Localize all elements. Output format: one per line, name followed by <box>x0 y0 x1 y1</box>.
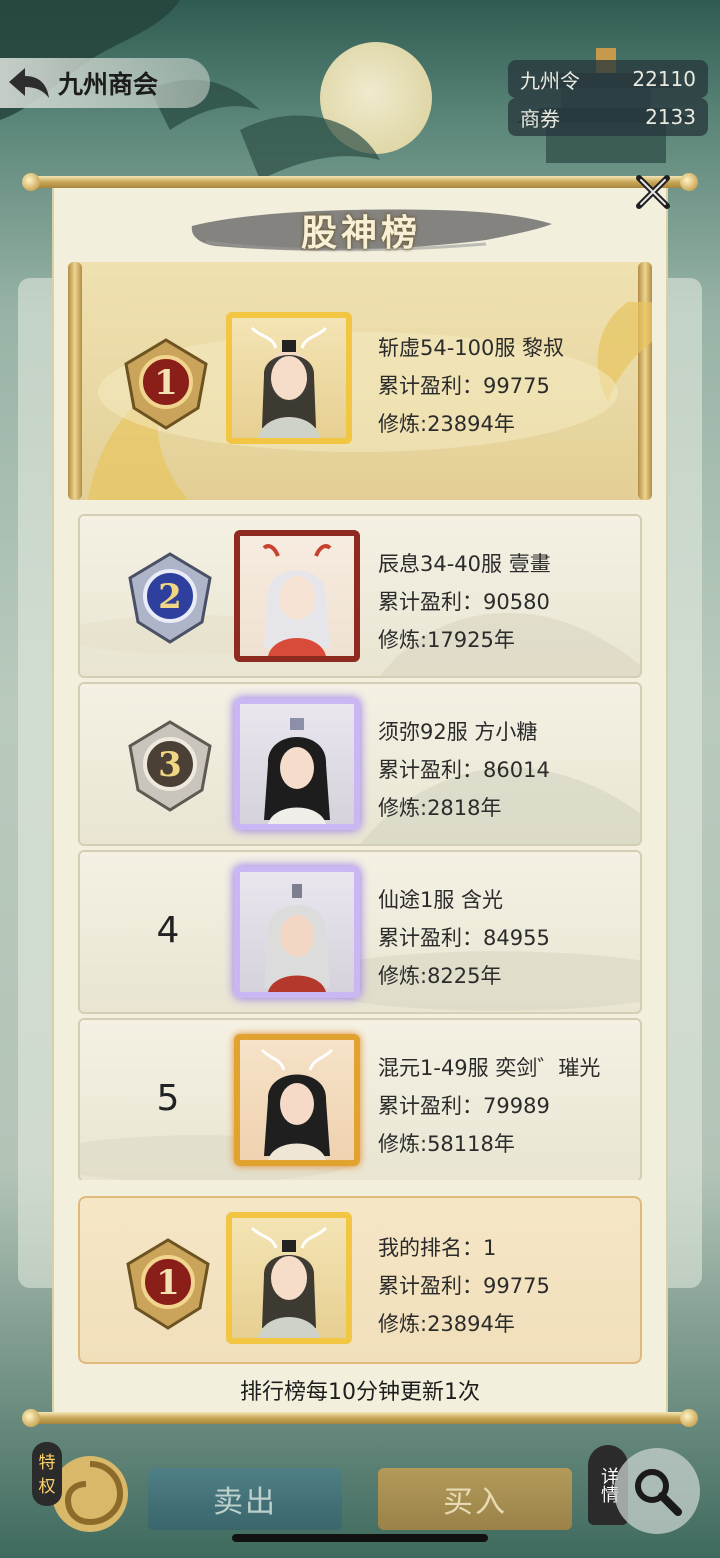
player-cultivation: 修炼:17925年 <box>378 628 515 652</box>
player-server-name: 须弥92服 方小糖 <box>378 720 538 744</box>
currency-shangquan: 商券 2133 <box>508 98 708 136</box>
player-avatar[interactable] <box>226 312 352 444</box>
avatar-portrait-icon <box>250 326 328 438</box>
currency-name: 九州令 <box>520 68 580 93</box>
search-icon <box>635 1469 682 1516</box>
player-server-name: 斩虚54-100服 黎叔 <box>378 336 565 360</box>
player-cultivation: 修炼:8225年 <box>378 964 502 988</box>
avatar-portrait-icon <box>260 1048 334 1160</box>
privilege-button[interactable]: 特 权 <box>28 1436 138 1546</box>
my-profit: 累计盈利：99775 <box>378 1274 550 1298</box>
rank-badge-number: 2 <box>158 577 182 617</box>
privilege-swirl-icon: 特 权 <box>32 1442 128 1532</box>
sell-button[interactable]: 卖出 <box>148 1468 342 1530</box>
rank-badge-icon: 3 <box>128 720 212 812</box>
back-arrow-icon[interactable] <box>0 58 58 108</box>
my-avatar[interactable] <box>226 1212 352 1344</box>
rank-row-2[interactable]: 2 辰息34-40服 壹畫 累计盈利：90580 修炼:17925年 <box>78 514 642 678</box>
rank-badge-number: 1 <box>154 363 178 403</box>
player-server-name: 混元1-49服 奕剑゛璀光 <box>378 1056 601 1080</box>
avatar-portrait-icon <box>264 884 330 992</box>
search-button[interactable] <box>614 1448 700 1534</box>
player-cultivation: 修炼:58118年 <box>378 1132 515 1156</box>
leaderboard-title: 股神榜 <box>300 212 421 254</box>
rank-row-1[interactable]: 1 斩虚54-100服 黎叔 累计盈利：99775 修炼:23894年 <box>68 262 652 500</box>
player-profit: 累计盈利：86014 <box>378 758 550 782</box>
home-indicator <box>232 1534 488 1542</box>
player-profit: 累计盈利：84955 <box>378 926 550 950</box>
rank-row-4[interactable]: 4 仙途1服 含光 累计盈利：84955 修炼:8225年 <box>78 850 642 1014</box>
player-cultivation: 修炼:23894年 <box>378 412 515 436</box>
player-info: 斩虚54-100服 黎叔 累计盈利：99775 修炼:23894年 <box>378 332 564 438</box>
close-icon <box>636 175 670 209</box>
rank-number: 5 <box>156 1078 180 1119</box>
scroll-rod-bottom <box>22 1409 698 1427</box>
rank-list[interactable]: 2 辰息34-40服 壹畫 累计盈利：90580 修炼:17925年 3 须弥9… <box>70 504 650 1180</box>
rank-badge-icon: 1 <box>126 1238 210 1330</box>
player-info: 仙途1服 含光 累计盈利：84955 修炼:8225年 <box>378 884 550 990</box>
rank-badge-number: 1 <box>156 1263 180 1303</box>
currency-name: 商券 <box>520 106 560 131</box>
rank-row-3[interactable]: 3 须弥92服 方小糖 累计盈利：86014 修炼:2818年 <box>78 682 642 846</box>
my-info: 我的排名：1 累计盈利：99775 修炼:23894年 <box>378 1232 550 1338</box>
update-note: 排行榜每10分钟更新1次 <box>240 1380 480 1405</box>
rank-badge-icon: 2 <box>128 552 212 644</box>
page-title: 九州商会 <box>58 70 159 99</box>
svg-text:权: 权 <box>39 1477 56 1497</box>
avatar-portrait-icon <box>264 718 330 824</box>
player-avatar[interactable] <box>234 1034 360 1166</box>
scroll-rod-top <box>22 173 698 191</box>
player-info: 须弥92服 方小糖 累计盈利：86014 修炼:2818年 <box>378 716 550 822</box>
player-avatar[interactable] <box>234 866 360 998</box>
player-profit: 累计盈利：99775 <box>378 374 550 398</box>
rank-number: 4 <box>156 910 180 951</box>
currency-jiuzhouling: 九州令 22110 <box>508 60 708 98</box>
avatar-portrait-icon <box>262 544 332 656</box>
svg-text:特: 特 <box>39 1453 56 1473</box>
top-bar: 九州商会 <box>0 58 210 108</box>
rank-badge-icon: 1 <box>124 338 208 430</box>
currency-value: 2133 <box>645 105 696 129</box>
player-profit: 累计盈利：90580 <box>378 590 550 614</box>
my-rank-card[interactable]: 1 我的排名：1 累计盈利：99775 修炼:23894年 <box>78 1196 642 1364</box>
rank-badge-number: 3 <box>158 745 182 785</box>
rank-row-5[interactable]: 5 混元1-49服 奕剑゛璀光 累计盈利：79989 修炼:58118年 <box>78 1018 642 1180</box>
player-avatar[interactable] <box>234 530 360 662</box>
player-cultivation: 修炼:2818年 <box>378 796 502 820</box>
close-button[interactable] <box>630 172 676 212</box>
my-rank-label: 我的排名：1 <box>378 1236 497 1260</box>
player-info: 辰息34-40服 壹畫 累计盈利：90580 修炼:17925年 <box>378 548 551 654</box>
player-profit: 累计盈利：79989 <box>378 1094 550 1118</box>
avatar-portrait-icon <box>250 1226 328 1338</box>
player-avatar[interactable] <box>234 698 360 830</box>
player-server-name: 仙途1服 含光 <box>378 888 504 912</box>
buy-button[interactable]: 买入 <box>378 1468 572 1530</box>
player-server-name: 辰息34-40服 壹畫 <box>378 552 551 576</box>
player-info: 混元1-49服 奕剑゛璀光 累计盈利：79989 修炼:58118年 <box>378 1052 600 1158</box>
my-cultivation: 修炼:23894年 <box>378 1312 515 1336</box>
currency-value: 22110 <box>632 67 696 91</box>
